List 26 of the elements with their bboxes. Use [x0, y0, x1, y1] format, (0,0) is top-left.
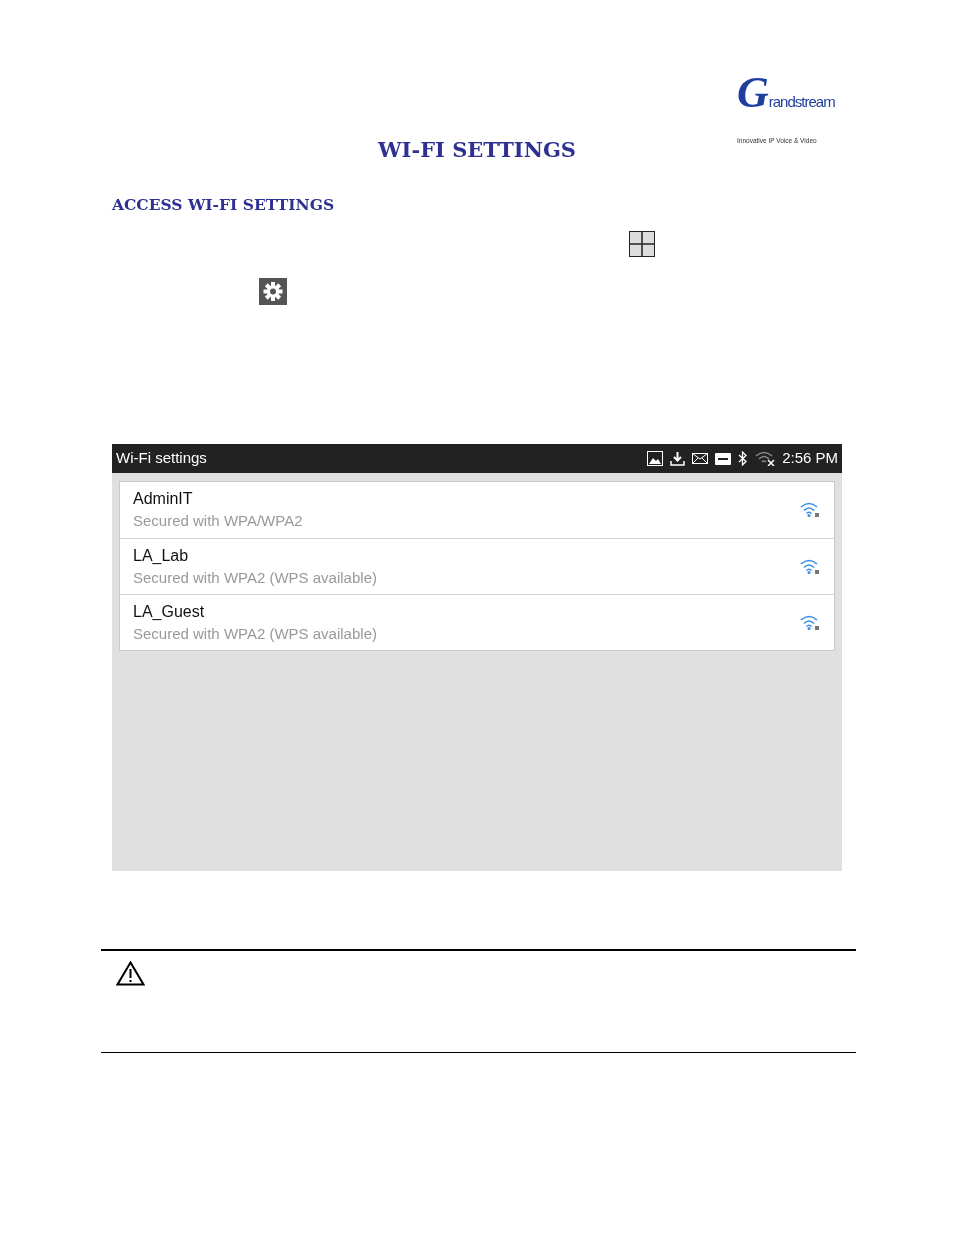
warning-icon	[116, 961, 145, 986]
network-security: Secured with WPA2 (WPS available)	[133, 623, 378, 644]
clock-time: 2:56 PM	[782, 448, 838, 469]
grid-icon	[629, 231, 655, 257]
logo-wordmark: Grandstream	[737, 67, 835, 119]
network-item[interactable]: AdminIT Secured with WPA/WPA2	[120, 482, 834, 538]
file-transfer-icon	[715, 452, 732, 465]
network-name: AdminIT	[133, 489, 194, 509]
settings-icon	[259, 278, 287, 305]
wifi-lock-icon	[800, 502, 820, 518]
network-security: Secured with WPA/WPA2	[133, 511, 304, 531]
download-icon	[670, 451, 686, 466]
wifi-off-icon	[755, 451, 776, 466]
network-item[interactable]: LA_Guest Secured with WPA2 (WPS available)	[120, 594, 834, 650]
network-security: Secured with WPA2 (WPS available)	[133, 567, 378, 588]
bluetooth-icon	[738, 451, 749, 466]
screen-title: Wi-Fi settings	[116, 448, 207, 469]
network-item[interactable]: LA_Lab Secured with WPA2 (WPS available)	[120, 538, 834, 594]
mail-icon	[692, 453, 709, 464]
wifi-lock-icon	[800, 558, 820, 575]
network-name: LA_Lab	[133, 545, 190, 566]
wifi-lock-icon	[800, 614, 820, 631]
image-icon	[647, 451, 664, 466]
section-heading: ACCESS WI-FI SETTINGS	[112, 194, 335, 216]
network-name: LA_Guest	[133, 601, 206, 622]
page-title: WI-FI SETTINGS	[378, 137, 576, 162]
